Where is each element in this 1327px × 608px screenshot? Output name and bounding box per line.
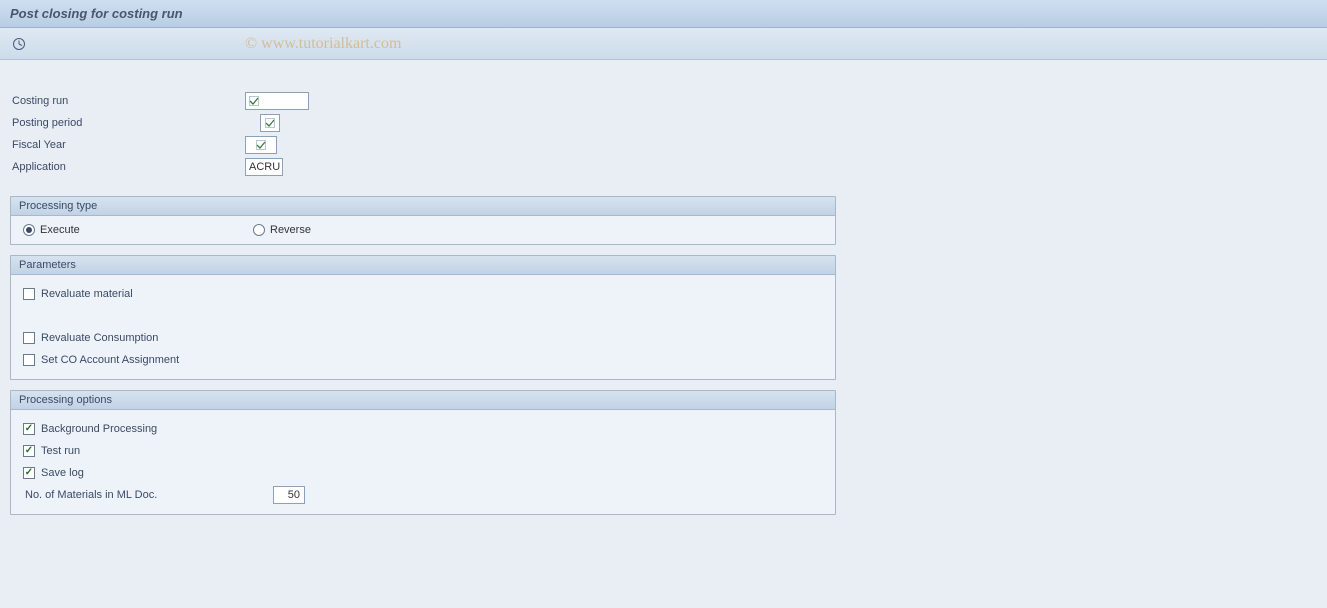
application-label: Application [10, 161, 245, 173]
num-materials-row: No. of Materials in ML Doc. [23, 484, 823, 506]
processing-options-title: Processing options [11, 391, 835, 410]
costing-run-label: Costing run [10, 95, 245, 107]
field-row-costing-run: Costing run [10, 90, 1317, 112]
field-row-posting-period: Posting period [10, 112, 1317, 134]
check-row-save-log: Save log [23, 462, 823, 484]
num-materials-label: No. of Materials in ML Doc. [23, 489, 273, 501]
parameters-title: Parameters [11, 256, 835, 275]
required-icon [265, 118, 275, 128]
page-title-bar: Post closing for costing run [0, 0, 1327, 28]
test-run-checkbox[interactable] [23, 445, 35, 457]
revaluate-material-label[interactable]: Revaluate material [41, 288, 133, 300]
processing-type-radio-group: Execute Reverse [23, 224, 823, 236]
required-icon [256, 140, 266, 150]
parameters-group: Parameters Revaluate material Revaluate … [10, 255, 836, 380]
radio-reverse-label: Reverse [270, 224, 311, 236]
fiscal-year-label: Fiscal Year [10, 139, 245, 151]
field-row-fiscal-year: Fiscal Year [10, 134, 1317, 156]
processing-options-group: Processing options Background Processing… [10, 390, 836, 515]
set-co-assignment-checkbox[interactable] [23, 354, 35, 366]
radio-execute-label: Execute [40, 224, 80, 236]
application-value: ACRU [249, 161, 280, 173]
check-row-background: Background Processing [23, 418, 823, 440]
fiscal-year-input[interactable] [245, 136, 277, 154]
save-log-label[interactable]: Save log [41, 467, 84, 479]
radio-icon [23, 224, 35, 236]
watermark: © www.tutorialkart.com [245, 35, 401, 53]
application-input[interactable]: ACRU [245, 158, 283, 176]
required-icon [249, 96, 259, 106]
execute-button[interactable] [10, 35, 28, 53]
test-run-label[interactable]: Test run [41, 445, 80, 457]
check-row-set-co-assignment: Set CO Account Assignment [23, 349, 823, 371]
field-row-application: Application ACRU [10, 156, 1317, 178]
radio-icon [253, 224, 265, 236]
posting-period-input[interactable] [260, 114, 280, 132]
toolbar: © www.tutorialkart.com [0, 28, 1327, 60]
clock-icon [12, 37, 26, 51]
radio-reverse[interactable]: Reverse [253, 224, 483, 236]
costing-run-input[interactable] [245, 92, 309, 110]
processing-type-group: Processing type Execute Reverse [10, 196, 836, 245]
check-row-revaluate-consumption: Revaluate Consumption [23, 327, 823, 349]
revaluate-material-checkbox[interactable] [23, 288, 35, 300]
posting-period-label: Posting period [10, 117, 245, 129]
revaluate-consumption-checkbox[interactable] [23, 332, 35, 344]
page-title: Post closing for costing run [10, 6, 183, 21]
set-co-assignment-label[interactable]: Set CO Account Assignment [41, 354, 179, 366]
background-label[interactable]: Background Processing [41, 423, 157, 435]
save-log-checkbox[interactable] [23, 467, 35, 479]
check-row-test-run: Test run [23, 440, 823, 462]
radio-execute[interactable]: Execute [23, 224, 253, 236]
content-area: Costing run Posting period Fiscal Year [0, 60, 1327, 525]
processing-type-title: Processing type [11, 197, 835, 216]
revaluate-consumption-label[interactable]: Revaluate Consumption [41, 332, 158, 344]
check-row-revaluate-material: Revaluate material [23, 283, 823, 305]
background-checkbox[interactable] [23, 423, 35, 435]
num-materials-input[interactable] [273, 486, 305, 504]
